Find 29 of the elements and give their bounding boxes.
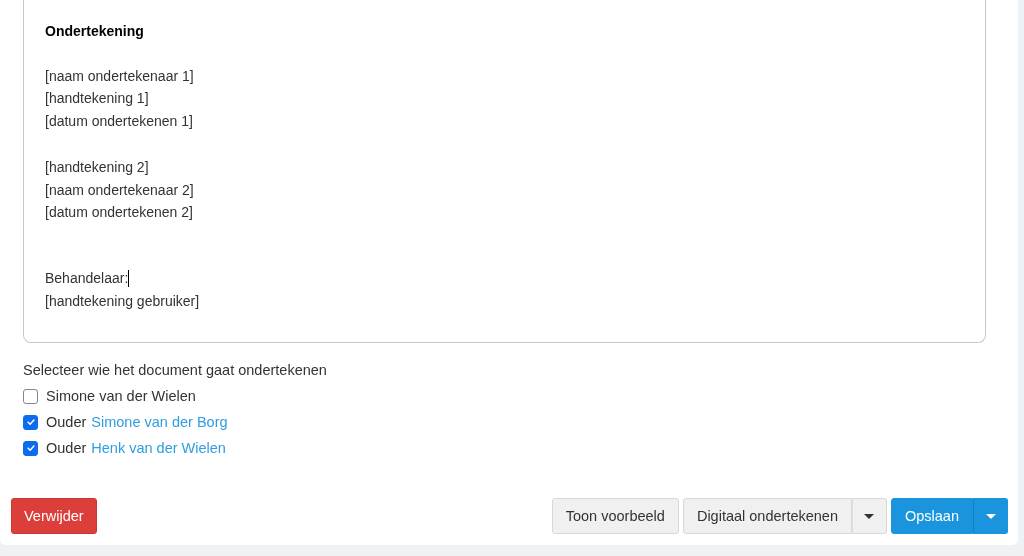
sign-dropdown-button[interactable] [852, 498, 887, 534]
placeholder-line: [naam ondertekenaar 1] [45, 66, 194, 86]
placeholder-line: Behandelaar: [45, 268, 129, 288]
placeholder-line: [naam ondertekenaar 2] [45, 180, 194, 200]
preview-button[interactable]: Toon voorbeeld [551, 498, 679, 534]
text-editor[interactable]: Ondertekening [naam ondertekenaar 1] [handtekening 1] [datum ondertekenen 1] [handtekening 2] [naam ondertekenaar 2] [datum ondertekenen 2] Behandelaar: [handtekening gebruiker] [23, 0, 986, 343]
placeholder-line: [datum ondertekenen 1] [45, 112, 193, 132]
placeholder-line: [handtekening 2] [45, 157, 149, 177]
person-link[interactable]: Simone van der Borg [91, 414, 228, 430]
section-heading: Ondertekening [45, 22, 144, 41]
placeholder-line: [handtekening 1] [45, 89, 149, 109]
person-name: Simone van der Wielen [46, 388, 196, 404]
save-dropdown-button[interactable] [973, 498, 1008, 534]
sign-button[interactable]: Digitaal ondertekenen [682, 498, 852, 534]
checkbox[interactable] [23, 440, 38, 456]
role-label: Ouder [46, 414, 87, 430]
save-button[interactable]: Opslaan [891, 498, 973, 534]
check-icon [25, 443, 36, 453]
placeholder-line: [handtekening gebruiker] [45, 291, 200, 311]
checkbox[interactable] [23, 414, 38, 430]
placeholder-line: [datum ondertekenen 2] [45, 203, 193, 223]
checkbox[interactable] [23, 388, 38, 404]
person-link[interactable]: Henk van der Wielen [91, 440, 226, 456]
role-label: Ouder [46, 440, 87, 456]
caret-icon [864, 513, 875, 519]
delete-button[interactable]: Verwijder [11, 498, 97, 534]
check-icon [25, 417, 36, 427]
caret-icon [985, 513, 996, 519]
signers-label: Selecteer wie het document gaat ondertekenen [23, 361, 328, 380]
